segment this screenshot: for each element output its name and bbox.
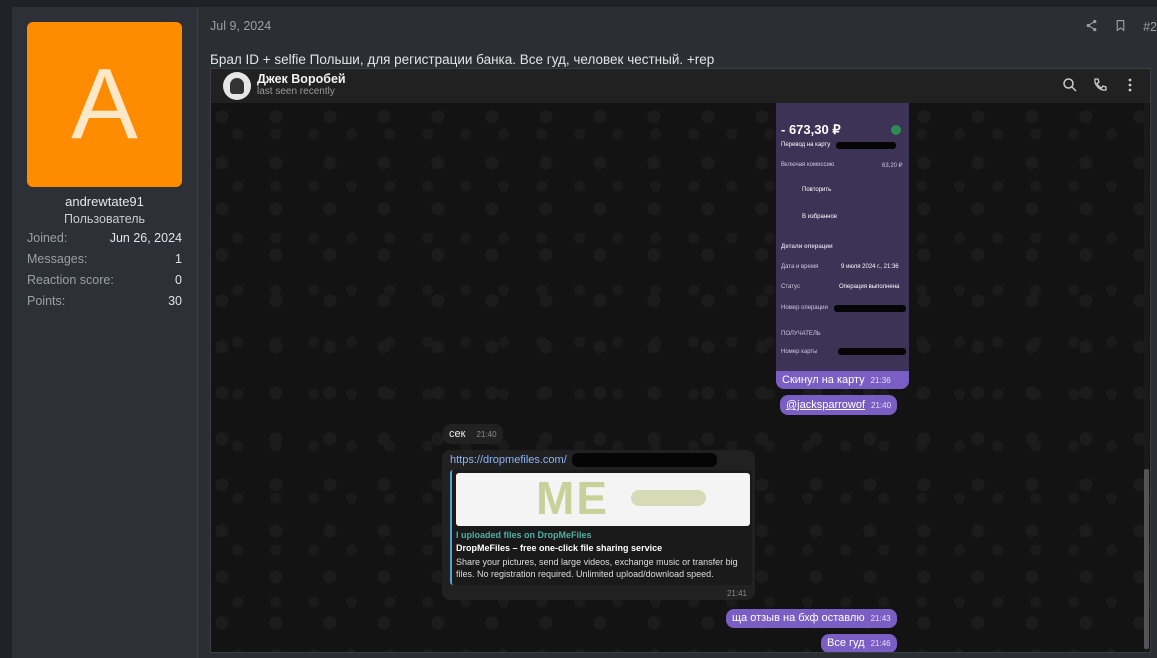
telegram-screenshot[interactable]: Джек Воробей last seen recently - 673,30… bbox=[210, 68, 1151, 653]
link-preview: ME I uploaded files on DropMeFiles DropM… bbox=[450, 470, 752, 585]
message-bubble-in: сек 21:40 bbox=[443, 424, 503, 444]
phone-icon bbox=[1092, 77, 1108, 98]
preview-description: Share your pictures, send large videos, … bbox=[456, 557, 738, 579]
receipt-favorite: В избранное bbox=[802, 214, 838, 220]
username-link[interactable]: andrewtate91 bbox=[12, 194, 197, 209]
message-bubble-out: Скинул на карту 21:36 bbox=[776, 371, 909, 389]
page-gutter bbox=[0, 0, 12, 658]
post-actions: #2 bbox=[1085, 19, 1157, 35]
redaction-mark bbox=[836, 142, 896, 149]
bank-receipt-image: - 673,30 ₽ Перевод на карту Включая коми… bbox=[776, 103, 909, 373]
stat-label: Messages: bbox=[27, 252, 88, 266]
contact-status: last seen recently bbox=[257, 86, 335, 97]
stat-value[interactable]: 1 bbox=[175, 252, 182, 266]
stat-reaction-score: Reaction score: 0 bbox=[27, 273, 182, 287]
share-icon[interactable] bbox=[1085, 19, 1098, 35]
receipt-card-label: Номер карты bbox=[781, 349, 818, 355]
preview-title: I uploaded files on DropMeFiles bbox=[456, 530, 592, 540]
stat-label: Joined: bbox=[27, 231, 68, 245]
search-icon bbox=[1062, 77, 1078, 98]
receipt-transfer: Перевод на карту bbox=[781, 142, 831, 148]
receipt-amount: - 673,30 ₽ bbox=[781, 122, 841, 137]
receipt-date-value: 9 июля 2024 г., 21:36 bbox=[841, 264, 899, 270]
scrollbar-thumb bbox=[1144, 469, 1149, 649]
stat-points: Points: 30 bbox=[27, 294, 182, 308]
more-icon bbox=[1122, 77, 1138, 98]
message-bubble-out: @jacksparrowof 21:40 bbox=[780, 395, 898, 415]
message-bubble-out: ща отзыв на бхф оставлю 21:43 bbox=[726, 609, 897, 628]
top-strip bbox=[12, 0, 1157, 7]
stat-label: Reaction score: bbox=[27, 273, 114, 287]
chat-header: Джек Воробей last seen recently bbox=[211, 69, 1150, 103]
bank-logo-icon bbox=[891, 125, 901, 135]
contact-avatar bbox=[223, 72, 251, 100]
receipt-fee-value: 63,20 ₽ bbox=[882, 163, 903, 169]
link-preview-message: https://dropmefiles.com/ ME I uploaded f… bbox=[442, 450, 755, 600]
bookmark-icon[interactable] bbox=[1114, 19, 1127, 35]
stat-messages: Messages: 1 bbox=[27, 252, 182, 266]
stat-value: 0 bbox=[175, 273, 182, 287]
receipt-repeat: Повторить bbox=[802, 187, 832, 193]
receipt-status-label: Статус bbox=[781, 284, 800, 290]
receipt-date-label: Дата и время bbox=[781, 264, 819, 270]
post-date[interactable]: Jul 9, 2024 bbox=[210, 19, 271, 33]
avatar[interactable]: A bbox=[27, 22, 182, 187]
stat-label: Points: bbox=[27, 294, 66, 308]
receipt-fee-label: Включая комиссию bbox=[781, 162, 835, 168]
receipt-details-title: Детали операции bbox=[781, 244, 833, 250]
post-body: Jul 9, 2024 #2 Брал ID + selfie Польши, … bbox=[198, 7, 1157, 658]
receipt-opnum-label: Номер операции bbox=[781, 305, 828, 311]
stat-value[interactable]: 30 bbox=[168, 294, 182, 308]
dropmefiles-logo: ME bbox=[456, 473, 750, 526]
link-url: https://dropmefiles.com/ bbox=[450, 454, 567, 466]
receipt-recipient-label: ПОЛУЧАТЕЛЬ bbox=[781, 331, 821, 337]
message-bubble-out: Все гуд 21:46 bbox=[821, 634, 897, 652]
receipt-status-value: Операция выполнена bbox=[839, 284, 900, 290]
redaction-mark bbox=[834, 305, 906, 312]
preview-site-name: DropMeFiles – free one-click file sharin… bbox=[456, 543, 663, 553]
user-title: Пользователь bbox=[63, 212, 146, 226]
stat-joined: Joined: Jun 26, 2024 bbox=[27, 231, 182, 245]
post-text: Брал ID + selfie Польши, для регистрации… bbox=[210, 52, 715, 67]
contact-name: Джек Воробей bbox=[257, 72, 346, 86]
message-time: 21:41 bbox=[726, 589, 747, 598]
redaction-mark bbox=[838, 348, 906, 355]
post-number[interactable]: #2 bbox=[1143, 20, 1157, 34]
user-sidebar: A andrewtate91 Пользователь Joined: Jun … bbox=[12, 7, 198, 658]
redaction-mark bbox=[572, 453, 717, 467]
stat-value: Jun 26, 2024 bbox=[109, 231, 182, 245]
